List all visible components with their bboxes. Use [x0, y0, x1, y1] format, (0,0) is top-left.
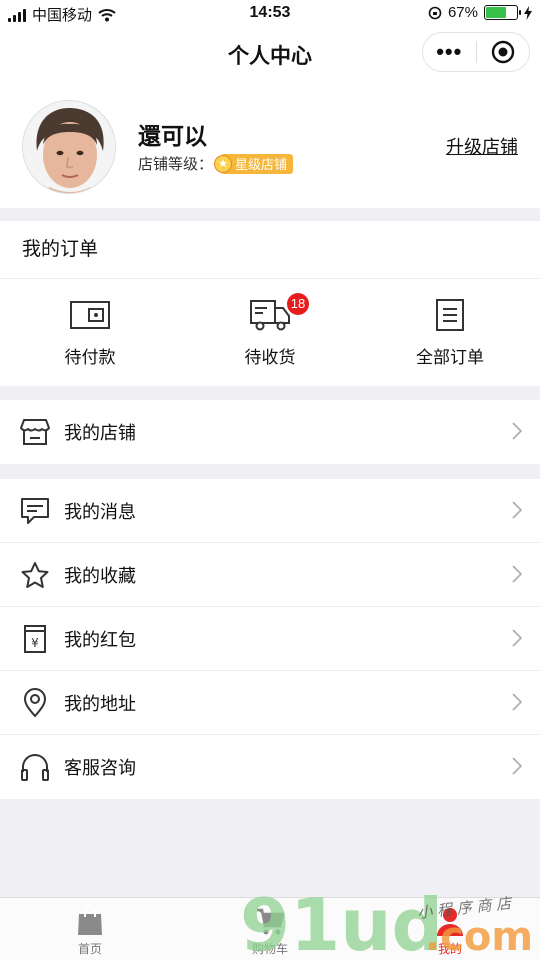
order-pending-payment-button[interactable]: 待付款 — [0, 279, 180, 386]
menu-item-favorites[interactable]: 我的收藏 — [0, 543, 540, 607]
tab-label: 我的 — [437, 942, 462, 956]
chevron-right-icon — [512, 501, 522, 519]
tab-mine[interactable]: 我的 — [360, 898, 540, 960]
chevron-right-icon — [512, 422, 522, 440]
store-icon — [20, 419, 50, 445]
menu-item-addresses[interactable]: 我的地址 — [0, 671, 540, 735]
battery-icon — [484, 5, 521, 20]
store-level-badge-text: 星级店铺 — [235, 157, 288, 172]
profile-card: 還可以 店铺等级： ★ 星级店铺 升级店铺 — [0, 80, 540, 208]
tab-label: 购物车 — [251, 942, 288, 956]
message-icon — [21, 497, 49, 524]
order-label: 待收货 — [244, 348, 296, 367]
store-menu-group: 我的店铺 — [0, 400, 540, 464]
miniprogram-capsule: ••• — [422, 32, 530, 72]
my-orders-title: 我的订单 — [0, 221, 540, 279]
menu-item-label: 我的收藏 — [64, 565, 136, 586]
store-level-label: 店铺等级： — [138, 156, 214, 173]
order-label: 全部订单 — [416, 348, 484, 367]
user-icon — [437, 908, 463, 936]
chevron-right-icon — [512, 693, 522, 711]
upgrade-store-link[interactable]: 升级店铺 — [446, 133, 518, 159]
battery-fill — [486, 7, 507, 18]
store-level: 店铺等级： ★ 星级店铺 — [138, 153, 294, 174]
menu-item-my-store[interactable]: 我的店铺 — [0, 400, 540, 464]
menu-item-label: 我的店铺 — [64, 423, 136, 443]
red-packet-icon: ¥ — [24, 624, 46, 653]
menu-item-label: 我的消息 — [64, 501, 136, 522]
unread-count-badge: 18 — [287, 293, 309, 315]
menu-item-customer-service[interactable]: 客服咨询 — [0, 735, 540, 799]
menu-item-label: 我的红包 — [64, 629, 136, 650]
settings-menu-group: 我的消息 我的收藏 ¥ 我的红包 我的地址 客服咨询 — [0, 479, 540, 799]
close-miniprogram-button[interactable] — [476, 40, 529, 64]
tab-cart[interactable]: 购物车 — [180, 898, 360, 960]
chevron-right-icon — [512, 757, 522, 775]
svg-text:¥: ¥ — [31, 636, 39, 650]
battery-percent: 67% — [447, 4, 478, 21]
star-icon — [21, 561, 49, 588]
navigation-bar: 个人中心 ••• — [0, 28, 540, 80]
avatar[interactable] — [22, 100, 116, 194]
menu-item-label: 客服咨询 — [64, 758, 136, 778]
shopping-bag-icon — [78, 906, 102, 935]
wallet-icon — [70, 301, 110, 329]
order-label: 待付款 — [64, 348, 116, 367]
status-bar: 中国移动 14:53 67% — [0, 0, 540, 28]
cart-icon — [257, 908, 285, 935]
chevron-right-icon — [512, 629, 522, 647]
headset-icon — [21, 754, 49, 781]
order-list-icon — [436, 299, 464, 331]
order-pending-receipt-button[interactable]: 18 待收货 — [180, 279, 360, 386]
order-all-button[interactable]: 全部订单 — [360, 279, 540, 386]
tab-home[interactable]: 首页 — [0, 898, 180, 960]
rotation-lock-icon — [428, 6, 442, 19]
user-name: 還可以 — [138, 123, 207, 149]
menu-item-red-packets[interactable]: ¥ 我的红包 — [0, 607, 540, 671]
target-close-icon — [491, 40, 514, 64]
tab-bar: 首页 购物车 我的 — [0, 897, 540, 960]
my-orders-section: 我的订单 待付款 18 待收货 全部订单 — [0, 221, 540, 386]
more-options-button[interactable]: ••• — [423, 41, 476, 63]
status-right: 67% — [428, 4, 532, 21]
menu-item-messages[interactable]: 我的消息 — [0, 479, 540, 543]
medal-star-icon: ★ — [214, 154, 233, 173]
order-shortcuts: 待付款 18 待收货 全部订单 — [0, 279, 540, 386]
chevron-right-icon — [512, 565, 522, 583]
avatar-face-image — [23, 101, 115, 193]
menu-item-label: 我的地址 — [64, 693, 136, 714]
charging-icon — [524, 5, 532, 20]
store-level-badge: ★ 星级店铺 — [214, 153, 294, 174]
tab-label: 首页 — [77, 942, 102, 956]
location-icon — [23, 687, 47, 718]
truck-icon — [250, 300, 290, 331]
